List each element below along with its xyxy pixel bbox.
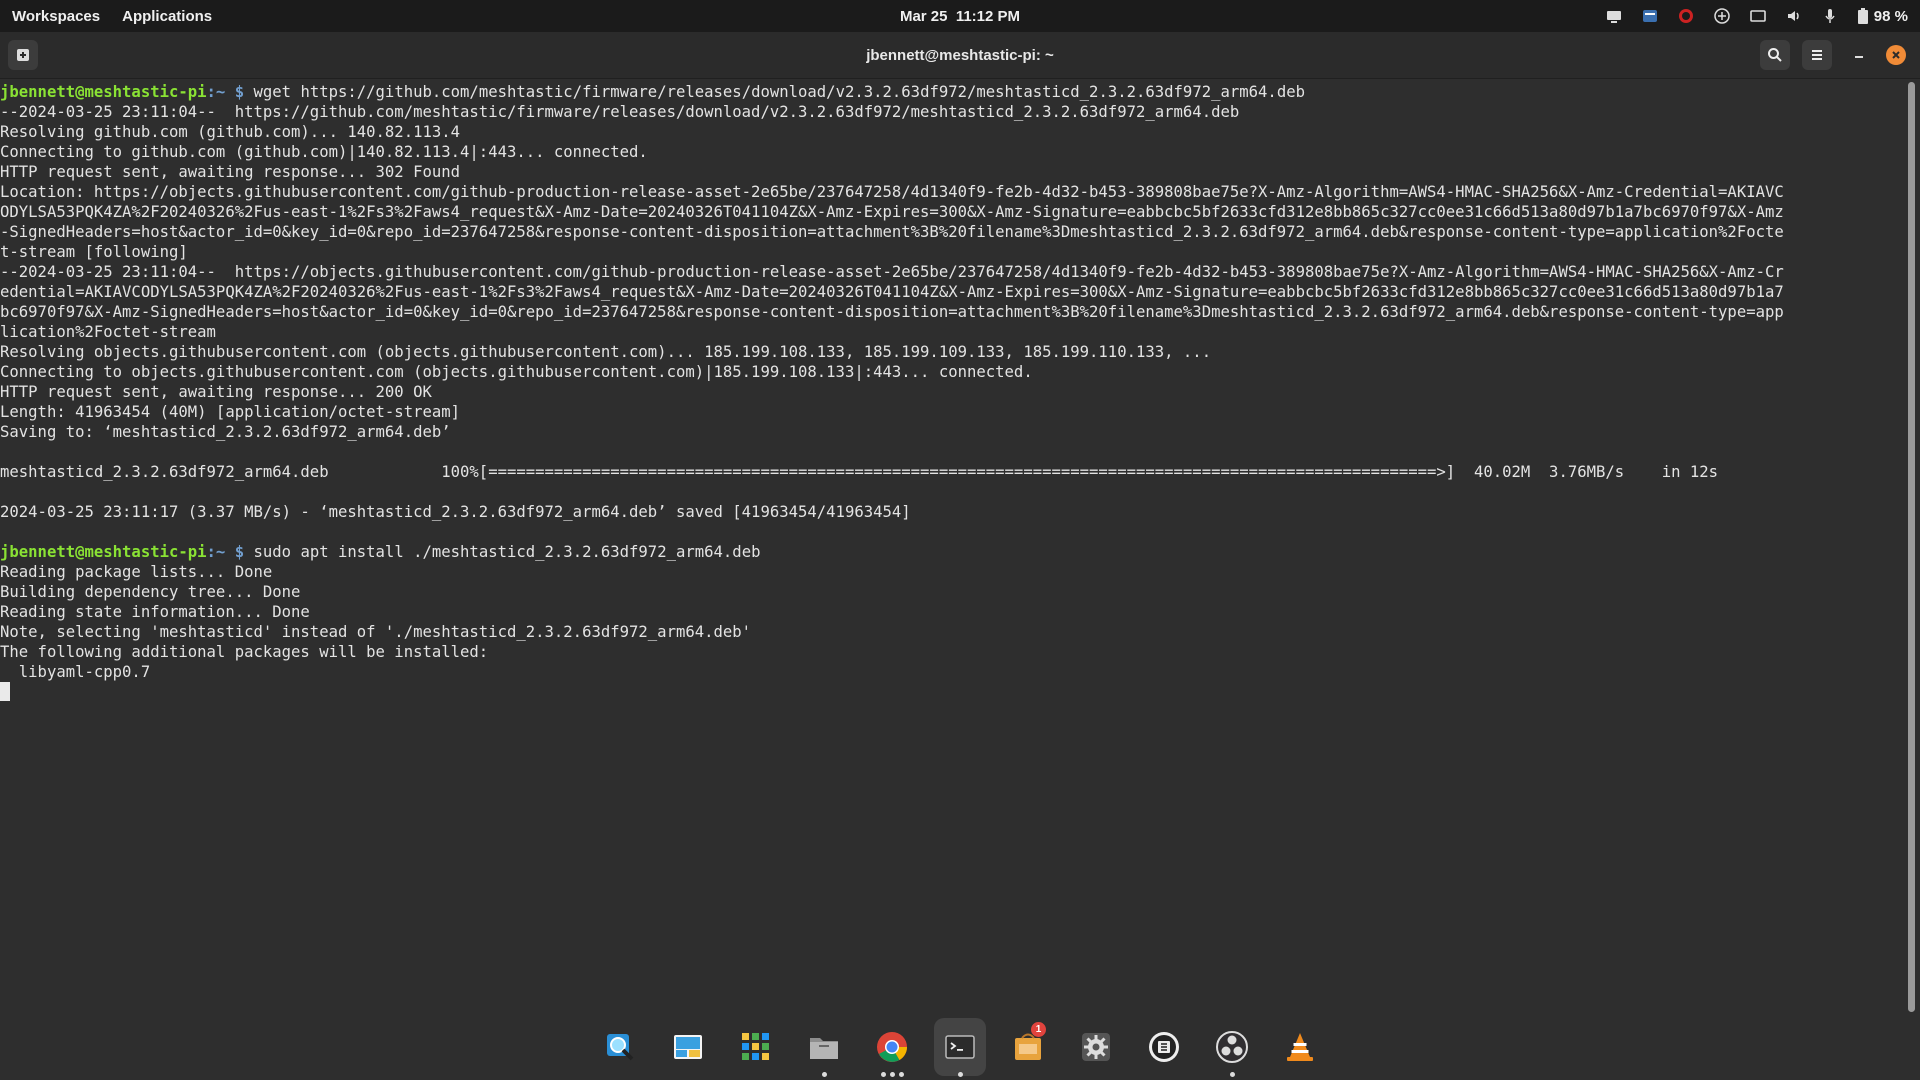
terminal-scrollbar[interactable] <box>1908 82 1915 1012</box>
output-line: 2024-03-25 23:11:17 (3.37 MB/s) - ‘mesht… <box>0 503 911 521</box>
battery-indicator[interactable]: 98 % <box>1857 7 1908 25</box>
magnifier-app[interactable] <box>594 1018 646 1076</box>
output-line: bc6970f97&X-Amz-SignedHeaders=host&actor… <box>0 303 1784 321</box>
terminal-output[interactable]: jbennett@meshtastic-pi:~ $ wget https://… <box>0 82 1906 1012</box>
prompt-path: :~ <box>206 543 226 561</box>
files-app[interactable] <box>798 1018 850 1077</box>
ble-app[interactable] <box>1138 1018 1190 1076</box>
prompt-user: jbennett@meshtastic-pi <box>0 543 207 561</box>
output-line: --2024-03-25 23:11:04-- https://objects.… <box>0 263 1784 281</box>
workspaces-button[interactable]: Workspaces <box>12 8 100 25</box>
battery-icon <box>1857 8 1868 24</box>
output-line: t-stream [following] <box>0 243 188 261</box>
command-output-1: --2024-03-25 23:11:04-- https://github.c… <box>0 102 1906 542</box>
menu-button[interactable] <box>1802 40 1832 70</box>
vlc-icon <box>1287 1033 1313 1061</box>
update-badge: 1 <box>1031 1022 1046 1037</box>
prompt-user: jbennett@meshtastic-pi <box>0 83 207 101</box>
screen-share-icon[interactable] <box>1606 8 1622 24</box>
folder-icon <box>810 1038 838 1059</box>
output-line: Building dependency tree... Done <box>0 583 301 601</box>
clock-time[interactable]: 11:12 PM <box>956 8 1020 25</box>
command-text: wget https://github.com/meshtastic/firmw… <box>253 83 1305 101</box>
chrome-icon <box>877 1032 907 1062</box>
photo-icon <box>674 1035 702 1059</box>
close-icon <box>1892 51 1900 59</box>
top-panel: Workspaces Applications Mar 25 11:12 PM … <box>0 0 1920 32</box>
search-button[interactable] <box>1760 40 1790 70</box>
output-line: Saving to: ‘meshtasticd_2.3.2.63df972_ar… <box>0 423 451 441</box>
output-line: Location: https://objects.githubusercont… <box>0 183 1784 201</box>
minimize-button[interactable] <box>1844 40 1874 70</box>
prompt-line-2: jbennett@meshtastic-pi:~ $ sudo apt inst… <box>0 542 1906 562</box>
text-cursor <box>0 682 10 701</box>
output-line: Connecting to objects.githubusercontent.… <box>0 363 1033 381</box>
dock: 1 <box>0 1014 1920 1080</box>
search-icon <box>1768 48 1782 62</box>
hamburger-menu-icon <box>1812 50 1822 60</box>
output-line: HTTP request sent, awaiting response... … <box>0 383 432 401</box>
settings-app[interactable] <box>1070 1018 1122 1076</box>
scrollbar-thumb[interactable] <box>1908 82 1915 1012</box>
magnifier-icon <box>607 1034 634 1061</box>
applications-button[interactable]: Applications <box>122 8 212 25</box>
output-line: HTTP request sent, awaiting response... … <box>0 163 461 181</box>
running-indicator <box>934 1072 986 1077</box>
prompt-symbol: $ <box>225 543 254 561</box>
output-line: meshtasticd_2.3.2.63df972_arm64.deb 100%… <box>0 463 1719 481</box>
command-output-2: Reading package lists... Done Building de… <box>0 562 1906 682</box>
minimize-icon <box>1855 56 1863 58</box>
output-line: Note, selecting 'meshtasticd' instead of… <box>0 623 752 641</box>
terminal-headerbar: jbennett@meshtastic-pi: ~ <box>0 32 1920 79</box>
network-icon[interactable] <box>1714 8 1730 24</box>
clock-date[interactable]: Mar 25 <box>900 8 948 25</box>
new-tab-icon <box>17 49 29 61</box>
terminal-app[interactable] <box>934 1018 986 1077</box>
window-title: jbennett@meshtastic-pi: ~ <box>866 46 1054 64</box>
gear-icon <box>1082 1033 1110 1061</box>
output-line: -SignedHeaders=host&actor_id=0&key_id=0&… <box>0 223 1784 241</box>
close-button[interactable] <box>1886 45 1906 65</box>
running-indicator <box>1206 1072 1258 1077</box>
obs-app[interactable] <box>1206 1018 1258 1077</box>
app-grid[interactable] <box>730 1018 782 1076</box>
chrome-app[interactable] <box>866 1018 918 1077</box>
running-indicator <box>798 1072 850 1077</box>
photo-viewer-app[interactable] <box>662 1018 714 1076</box>
new-tab-button[interactable] <box>8 40 38 70</box>
microphone-icon[interactable] <box>1822 8 1838 24</box>
output-line: The following additional packages will b… <box>0 643 489 661</box>
display-icon[interactable] <box>1749 8 1766 24</box>
output-line: Resolving objects.githubusercontent.com … <box>0 343 1212 361</box>
obs-tray-icon[interactable] <box>1678 8 1694 24</box>
output-line: edential=AKIAVCODYLSA53PQK4ZA%2F20240326… <box>0 283 1784 301</box>
output-line: Length: 41963454 (40M) [application/octe… <box>0 403 461 421</box>
app-indicator-icon[interactable] <box>1642 8 1658 24</box>
running-indicator <box>866 1072 918 1077</box>
prompt-line-1: jbennett@meshtastic-pi:~ $ wget https://… <box>0 82 1906 102</box>
cursor-line <box>0 682 1906 702</box>
volume-icon[interactable] <box>1786 8 1802 24</box>
output-line: --2024-03-25 23:11:04-- https://github.c… <box>0 103 1240 121</box>
battery-percent: 98 % <box>1873 7 1908 25</box>
output-line: Resolving github.com (github.com)... 140… <box>0 123 461 141</box>
output-line: libyaml-cpp0.7 <box>0 663 151 681</box>
vlc-app[interactable] <box>1274 1018 1326 1076</box>
output-line: Connecting to github.com (github.com)|14… <box>0 143 648 161</box>
prompt-symbol: $ <box>225 83 254 101</box>
ble-icon <box>1149 1032 1179 1062</box>
terminal-icon <box>945 1035 975 1059</box>
output-line: lication%2Foctet-stream <box>0 323 216 341</box>
obs-icon <box>1216 1031 1248 1063</box>
prompt-path: :~ <box>206 83 226 101</box>
grid-icon <box>742 1033 769 1060</box>
output-line: Reading state information... Done <box>0 603 310 621</box>
command-text: sudo apt install ./meshtasticd_2.3.2.63d… <box>253 543 761 561</box>
output-line: ODYLSA53PQK4ZA%2F20240326%2Fus-east-1%2F… <box>0 203 1784 221</box>
output-line: Reading package lists... Done <box>0 563 273 581</box>
software-center-app[interactable]: 1 <box>1002 1018 1054 1076</box>
